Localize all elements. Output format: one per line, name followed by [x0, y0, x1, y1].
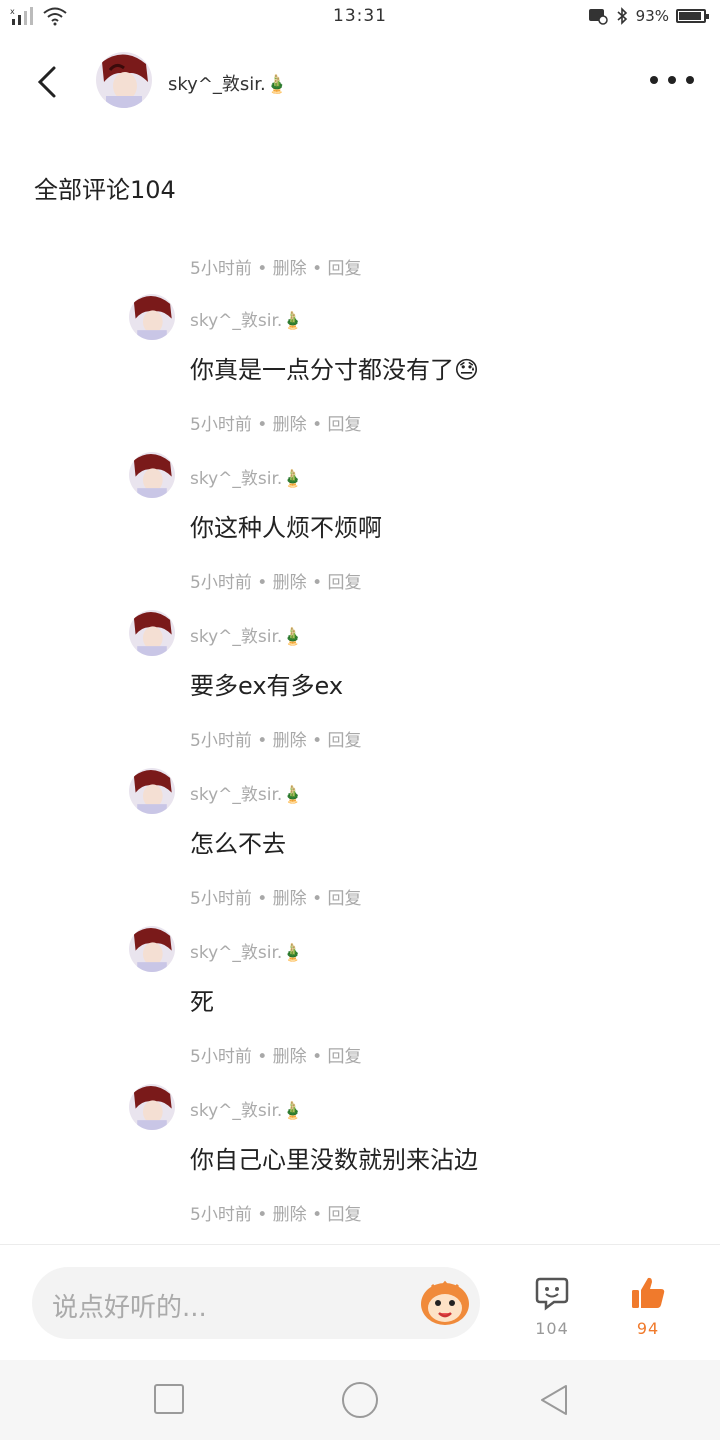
more-button[interactable] [650, 66, 694, 94]
reply-link[interactable]: 回复 [328, 573, 362, 593]
comment-count-button[interactable]: 104 [526, 1275, 578, 1338]
back-triangle-icon[interactable] [536, 1382, 572, 1418]
delete-link[interactable]: 删除 [273, 573, 307, 593]
recent-apps-button[interactable] [154, 1384, 184, 1414]
reply-link[interactable]: 回复 [328, 1205, 362, 1225]
more-dot [668, 76, 676, 84]
reply-link[interactable]: 回复 [328, 889, 362, 909]
comment-meta: 5小时前 • 删除 • 回复 [190, 1047, 362, 1067]
avatar-image [129, 926, 175, 972]
avatar[interactable] [129, 926, 175, 972]
delete-link[interactable]: 删除 [273, 259, 307, 279]
comment-item[interactable]: sky^_敦sir.🎍 要多ex有多ex 5小时前 • 删除 • 回复 [0, 610, 720, 768]
delete-link[interactable]: 删除 [273, 1205, 307, 1225]
avatar[interactable] [96, 52, 152, 108]
comment-time: 5小时前 [190, 1047, 252, 1067]
delete-link[interactable]: 删除 [273, 1047, 307, 1067]
header-username[interactable]: sky^_敦sir.🎍 [168, 70, 288, 96]
avatar-image [129, 768, 175, 814]
avatar-image [96, 52, 152, 108]
comment-username[interactable]: sky^_敦sir.🎍 [190, 938, 303, 963]
avatar-image [129, 294, 175, 340]
status-bar: x 13:31 93% [0, 0, 720, 36]
like-button[interactable]: 94 [622, 1275, 674, 1338]
avatar[interactable] [129, 294, 175, 340]
home-button[interactable] [342, 1382, 378, 1418]
comment-time: 5小时前 [190, 731, 252, 751]
battery-fill [679, 12, 702, 20]
delete-link[interactable]: 删除 [273, 415, 307, 435]
back-button[interactable] [28, 62, 68, 102]
comment-time: 5小时前 [190, 573, 252, 593]
status-right: 93% [588, 7, 709, 25]
reply-link[interactable]: 回复 [328, 1047, 362, 1067]
comment-text: 死 [190, 988, 214, 1016]
reply-link[interactable]: 回复 [328, 731, 362, 751]
reply-link[interactable]: 回复 [328, 259, 362, 279]
header: sky^_敦sir.🎍 [0, 46, 720, 118]
comment-meta: 5小时前 • 删除 • 回复 [190, 889, 362, 909]
thumbs-up-icon [632, 1277, 665, 1308]
bluetooth-icon [617, 7, 627, 25]
notification-icon [588, 9, 608, 25]
comment-time: 5小时前 [190, 415, 252, 435]
comment-username[interactable]: sky^_敦sir.🎍 [190, 622, 303, 647]
bottom-bar: 说点好听的... 104 94 [0, 1244, 720, 1361]
comment-username[interactable]: sky^_敦sir.🎍 [190, 306, 303, 331]
comment-text: 你自己心里没数就别来沾边 [190, 1146, 478, 1174]
avatar-image [129, 610, 175, 656]
reply-link[interactable]: 回复 [328, 415, 362, 435]
avatar-image [129, 1084, 175, 1130]
section-title: 全部评论104 [34, 176, 176, 204]
comment-time: 5小时前 [190, 889, 252, 909]
comment-text: 怎么不去 [190, 830, 286, 858]
comment-count: 104 [535, 1319, 569, 1338]
comment-input-placeholder: 说点好听的... [52, 1293, 207, 1323]
system-nav-bar [0, 1360, 720, 1440]
delete-link[interactable]: 删除 [273, 889, 307, 909]
comment-item[interactable]: sky^_敦sir.🎍 死 5小时前 • 删除 • 回复 [0, 926, 720, 1084]
comment-username[interactable]: sky^_敦sir.🎍 [190, 1096, 303, 1121]
comment-username[interactable]: sky^_敦sir.🎍 [190, 780, 303, 805]
comment-item[interactable]: sky^_敦sir.🎍 你真是一点分寸都没有了😓 5小时前 • 删除 • 回复 [0, 294, 720, 452]
comment-text: 你这种人烦不烦啊 [190, 514, 382, 542]
comment-input[interactable]: 说点好听的... [32, 1267, 480, 1339]
comment-text: 你真是一点分寸都没有了😓 [190, 356, 480, 384]
delete-link[interactable]: 删除 [273, 731, 307, 751]
monkey-emoji-icon[interactable] [418, 1277, 472, 1327]
chevron-left-icon [37, 66, 56, 98]
battery-icon [676, 9, 709, 23]
comment-meta: 5小时前 • 删除 • 回复 [190, 415, 362, 435]
comment-item[interactable]: sky^_敦sir.🎍 你这种人烦不烦啊 5小时前 • 删除 • 回复 [0, 452, 720, 610]
comment-meta: 5小时前 • 删除 • 回复 [190, 573, 362, 593]
comment-text: 要多ex有多ex [190, 672, 344, 700]
more-dot [650, 76, 658, 84]
comment-meta-top: 5小时前 • 删除 • 回复 [190, 259, 362, 279]
comment-meta: 5小时前 • 删除 • 回复 [190, 1205, 362, 1225]
avatar[interactable] [129, 610, 175, 656]
comment-username[interactable]: sky^_敦sir.🎍 [190, 464, 303, 489]
comment-item[interactable]: sky^_敦sir.🎍 你自己心里没数就别来沾边 5小时前 • 删除 • 回复 [0, 1084, 720, 1242]
avatar[interactable] [129, 768, 175, 814]
comment-bubble-icon [535, 1277, 569, 1311]
comment-meta: 5小时前 • 删除 • 回复 [190, 731, 362, 751]
battery-percent: 93% [635, 7, 669, 25]
comment-time: 5小时前 [190, 1205, 252, 1225]
avatar[interactable] [129, 1084, 175, 1130]
comment-item[interactable]: sky^_敦sir.🎍 怎么不去 5小时前 • 删除 • 回复 [0, 768, 720, 926]
like-count: 94 [636, 1319, 660, 1338]
avatar-image [129, 452, 175, 498]
comment-time: 5小时前 [190, 259, 252, 279]
more-dot [686, 76, 694, 84]
avatar[interactable] [129, 452, 175, 498]
